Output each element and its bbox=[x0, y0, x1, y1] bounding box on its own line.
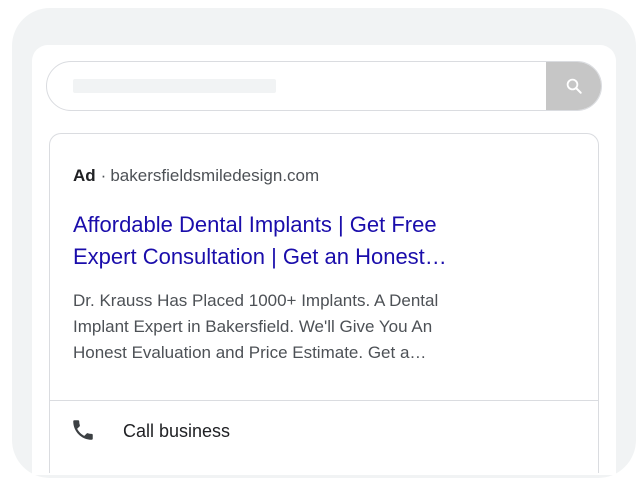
ad-domain: bakersfieldsmiledesign.com bbox=[110, 166, 320, 185]
phone-icon bbox=[73, 420, 93, 440]
call-business-label: Call business bbox=[123, 421, 231, 441]
ad-headline-link[interactable]: Affordable Dental Implants | Get Free Ex… bbox=[73, 209, 573, 273]
search-input[interactable] bbox=[73, 79, 276, 93]
search-icon bbox=[566, 78, 582, 94]
ad-label-line: Ad · bakersfieldsmiledesign.com bbox=[73, 166, 319, 186]
ad-card: Ad · bakersfieldsmiledesign.com Affordable… bbox=[49, 133, 599, 473]
search-bar[interactable] bbox=[46, 61, 602, 111]
ad-headline-line: Expert Consultation | Get an Honest… bbox=[73, 244, 447, 269]
ad-description: Dr. Krauss Has Placed 1000+ Implants. A … bbox=[73, 288, 588, 366]
search-button[interactable] bbox=[546, 62, 601, 110]
ad-description-line: Honest Evaluation and Price Estimate. Ge… bbox=[73, 343, 427, 362]
ad-headline-line: Affordable Dental Implants | Get Free bbox=[73, 212, 437, 237]
ad-separator: · bbox=[100, 166, 107, 185]
call-business-button[interactable]: Call business bbox=[50, 401, 598, 461]
ad-description-line: Dr. Krauss Has Placed 1000+ Implants. A … bbox=[73, 291, 439, 310]
ad-description-line: Implant Expert in Bakersfield. We'll Giv… bbox=[73, 317, 433, 336]
ad-badge: Ad bbox=[73, 166, 96, 185]
